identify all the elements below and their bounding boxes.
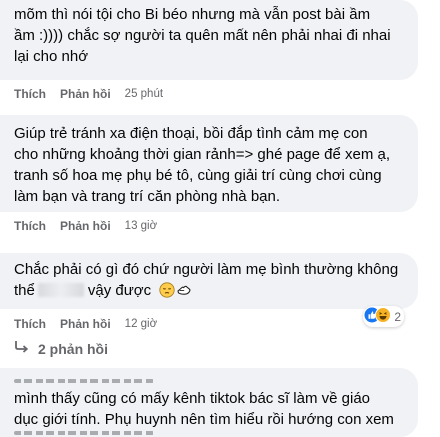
- clipped-text-fragment: [14, 428, 154, 437]
- like-button[interactable]: Thích: [14, 317, 46, 331]
- redacted-text: [37, 283, 84, 297]
- comment-bubble: mõm thì nói tội cho Bi béo nhưng mà vẫn …: [0, 0, 418, 80]
- reply-button[interactable]: Phản hồi: [60, 317, 111, 331]
- comment-timestamp[interactable]: 12 giờ: [125, 318, 157, 330]
- hand-emoji-icon: [176, 282, 192, 304]
- comment-text: ầm :)))) chắc sợ người ta quên mất nên p…: [14, 27, 391, 44]
- comment-text: làm bạn và trang trí căn phòng nhà bạn.: [14, 188, 281, 205]
- comment-text: thể: [14, 282, 35, 299]
- comment-text: tranh số hoa mẹ phụ bé tô, cùng giải trí…: [14, 167, 382, 184]
- like-button[interactable]: Thích: [14, 87, 46, 101]
- comment-timestamp[interactable]: 13 giờ: [125, 220, 157, 232]
- comment-actions: Thích Phản hồi 13 giờ: [14, 218, 157, 234]
- comment-actions: Thích Phản hồi 12 giờ: [14, 316, 157, 332]
- pensive-emoji-icon: [159, 282, 175, 304]
- comment-text: lại cho nhớ: [14, 48, 89, 65]
- comment-text: Chắc phải có gì đó chứ người làm mẹ bình…: [14, 261, 399, 278]
- comment-text: mình thấy cũng có mấy kênh tiktok bác sĩ…: [14, 390, 371, 407]
- reaction-summary[interactable]: 2: [363, 306, 404, 327]
- comment-text: dục giới tính. Phụ huynh nên tìm hiểu rồ…: [14, 411, 394, 428]
- reply-button[interactable]: Phản hồi: [60, 219, 111, 233]
- comment-bubble: Giúp trẻ tránh xa điện thoại, bồi đắp tì…: [0, 115, 418, 212]
- comment-actions: Thích Phản hồi 25 phút: [14, 86, 163, 102]
- replies-label: 2 phản hồi: [38, 340, 108, 357]
- comment-text: mõm thì nói tội cho Bi béo nhưng mà vẫn …: [14, 6, 371, 23]
- comment-text: vậy được: [87, 282, 152, 299]
- reaction-count: 2: [394, 309, 401, 324]
- haha-reaction-icon: [375, 307, 392, 326]
- comment-text: cho những khoảng thời gian rảnh=> ghé pa…: [14, 146, 390, 163]
- clipped-text-fragment: [14, 376, 154, 386]
- comment-text: Giúp trẻ tránh xa điện thoại, bồi đắp tì…: [14, 125, 368, 142]
- reply-button[interactable]: Phản hồi: [60, 87, 111, 101]
- comment-timestamp[interactable]: 25 phút: [125, 88, 163, 100]
- view-replies-button[interactable]: 2 phản hồi: [14, 340, 108, 357]
- comment-text-line: thể vậy được: [14, 280, 408, 304]
- comment-bubble: Chắc phải có gì đó chứ người làm mẹ bình…: [0, 253, 418, 309]
- like-button[interactable]: Thích: [14, 219, 46, 233]
- reply-arrow-icon: [14, 340, 38, 357]
